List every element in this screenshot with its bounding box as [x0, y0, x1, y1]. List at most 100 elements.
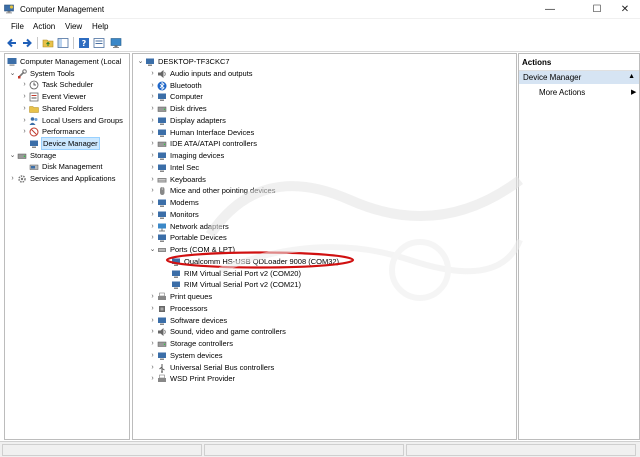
chevron-right-icon[interactable]: ›	[148, 197, 157, 208]
device-tree-item-category[interactable]: › Display adapters	[148, 115, 226, 127]
tree-item-performance[interactable]: › Performance	[20, 126, 85, 138]
tree-item-event-viewer[interactable]: › Event Viewer	[20, 91, 86, 103]
device-tree-item-category[interactable]: › Portable Devices	[148, 232, 227, 244]
device-tree-item-category[interactable]: › Bluetooth	[148, 80, 202, 92]
device-tree-item-category[interactable]: › Computer	[148, 91, 203, 103]
menu-file[interactable]: File	[11, 22, 24, 31]
chevron-down-icon[interactable]: ⌄	[136, 56, 145, 67]
device-tree-item-category[interactable]: › Storage controllers	[148, 338, 233, 350]
device-tree-item-category[interactable]: › Print queues	[148, 291, 212, 303]
clock-icon	[29, 80, 39, 90]
forward-icon[interactable]	[21, 37, 33, 49]
back-icon[interactable]	[6, 37, 18, 49]
device-tree-item-category[interactable]: › Keyboards	[148, 174, 206, 186]
chevron-right-icon[interactable]: ›	[8, 173, 17, 184]
chevron-right-icon[interactable]: ›	[20, 79, 29, 90]
device-tree-item-category[interactable]: › Mice and other pointing devices	[148, 185, 275, 197]
device-tree-item-category[interactable]: ⌄ Ports (COM & LPT)	[148, 244, 235, 256]
chevron-right-icon[interactable]: ›	[148, 291, 157, 302]
tree-item-task-scheduler[interactable]: › Task Scheduler	[20, 79, 93, 91]
shared-folder-icon	[29, 104, 39, 114]
device-tree-item-port[interactable]: RIM Virtual Serial Port v2 (COM21)	[171, 279, 301, 291]
chevron-right-icon[interactable]: ▶	[631, 88, 636, 96]
device-tree-item-category[interactable]: › Sound, video and game controllers	[148, 326, 286, 338]
device-icon	[157, 210, 167, 220]
chevron-right-icon[interactable]: ›	[148, 221, 157, 232]
device-tree-item-category[interactable]: › Modems	[148, 197, 199, 209]
tree-item-disk-management[interactable]: Disk Management	[29, 161, 102, 173]
chevron-right-icon[interactable]: ›	[148, 138, 157, 149]
status-bar	[0, 441, 640, 457]
chevron-right-icon[interactable]: ›	[148, 362, 157, 373]
chevron-right-icon[interactable]: ›	[148, 185, 157, 196]
chevron-right-icon[interactable]: ›	[148, 209, 157, 220]
chevron-right-icon[interactable]: ›	[148, 150, 157, 161]
chevron-right-icon[interactable]: ›	[148, 326, 157, 337]
chevron-right-icon[interactable]: ›	[20, 91, 29, 102]
tree-item-system-tools[interactable]: ⌄ System Tools	[8, 68, 74, 80]
computer-icon	[145, 57, 155, 67]
tree-item-storage[interactable]: ⌄ Storage	[8, 150, 57, 162]
chevron-right-icon[interactable]: ›	[148, 103, 157, 114]
chevron-down-icon[interactable]: ⌄	[8, 150, 17, 161]
tree-item-shared-folders[interactable]: › Shared Folders	[20, 103, 93, 115]
collapse-up-icon[interactable]: ▲	[628, 73, 635, 80]
speaker-icon	[157, 69, 167, 79]
chevron-right-icon[interactable]: ›	[20, 126, 29, 137]
users-icon	[29, 116, 39, 126]
chevron-right-icon[interactable]: ›	[148, 68, 157, 79]
chevron-right-icon[interactable]: ›	[148, 91, 157, 102]
chevron-right-icon[interactable]: ›	[20, 103, 29, 114]
tree-item-computer-management[interactable]: Computer Management (Local	[7, 56, 121, 68]
actions-section-device-manager[interactable]: Device Manager ▲	[519, 71, 639, 84]
chevron-right-icon[interactable]: ›	[148, 232, 157, 243]
chevron-right-icon[interactable]: ›	[148, 350, 157, 361]
chevron-down-icon[interactable]: ⌄	[8, 68, 17, 79]
chevron-right-icon[interactable]: ›	[148, 303, 157, 314]
chevron-right-icon[interactable]: ›	[148, 373, 157, 384]
chevron-right-icon[interactable]: ›	[148, 115, 157, 126]
device-tree-item-category[interactable]: › WSD Print Provider	[148, 373, 235, 385]
menu-help[interactable]: Help	[92, 22, 108, 31]
maximize-button[interactable]: ☐	[582, 0, 612, 19]
device-tree-item-category[interactable]: › Universal Serial Bus controllers	[148, 362, 274, 374]
chevron-right-icon[interactable]: ›	[148, 174, 157, 185]
minimize-button[interactable]: —	[535, 0, 565, 19]
tree-item-local-users[interactable]: › Local Users and Groups	[20, 115, 123, 127]
device-tree-item-category[interactable]: › Network adapters	[148, 221, 229, 233]
device-tree-item-category[interactable]: › Software devices	[148, 315, 227, 327]
device-tree-item-category[interactable]: › Imaging devices	[148, 150, 224, 162]
device-tree-item-category[interactable]: › Processors	[148, 303, 207, 315]
menu-action[interactable]: Action	[33, 22, 55, 31]
console-tree-icon[interactable]	[57, 37, 69, 49]
device-tree-item-category[interactable]: › Disk drives	[148, 103, 206, 115]
device-tree-root[interactable]: ⌄ DESKTOP-TF3CKC7	[136, 56, 230, 68]
device-tree-item-category[interactable]: › System devices	[148, 350, 223, 362]
device-tree-item-category[interactable]: › Audio inputs and outputs	[148, 68, 253, 80]
toolbar-separator	[73, 37, 74, 49]
device-tree-item-category[interactable]: › IDE ATA/ATAPI controllers	[148, 138, 257, 150]
more-actions-link[interactable]: More Actions	[539, 88, 585, 97]
device-tree-item-category[interactable]: › Human Interface Devices	[148, 127, 254, 139]
chevron-right-icon[interactable]: ›	[148, 338, 157, 349]
device-icon	[171, 257, 181, 267]
menu-view[interactable]: View	[65, 22, 82, 31]
device-tree-item-category[interactable]: › Monitors	[148, 209, 199, 221]
tree-item-services[interactable]: › Services and Applications	[8, 173, 115, 185]
help-icon[interactable]: ?	[78, 37, 90, 49]
chevron-down-icon[interactable]: ⌄	[148, 244, 157, 255]
device-tree-item-category[interactable]: › Intel Sec	[148, 162, 199, 174]
close-button[interactable]: ✕	[610, 0, 640, 19]
monitor-icon[interactable]	[110, 37, 122, 49]
chevron-right-icon[interactable]: ›	[148, 162, 157, 173]
folder-up-icon[interactable]	[42, 37, 54, 49]
chevron-right-icon[interactable]: ›	[148, 127, 157, 138]
device-icon	[157, 233, 167, 243]
properties-icon[interactable]	[93, 37, 105, 49]
chevron-right-icon[interactable]: ›	[148, 80, 157, 91]
tree-item-device-manager[interactable]: Device Manager	[29, 136, 100, 150]
device-tree-item-port[interactable]: RIM Virtual Serial Port v2 (COM20)	[171, 268, 301, 280]
chevron-right-icon[interactable]: ›	[20, 115, 29, 126]
chevron-right-icon[interactable]: ›	[148, 315, 157, 326]
device-tree-item-port[interactable]: Qualcomm HS-USB QDLoader 9008 (COM32)	[171, 256, 339, 268]
